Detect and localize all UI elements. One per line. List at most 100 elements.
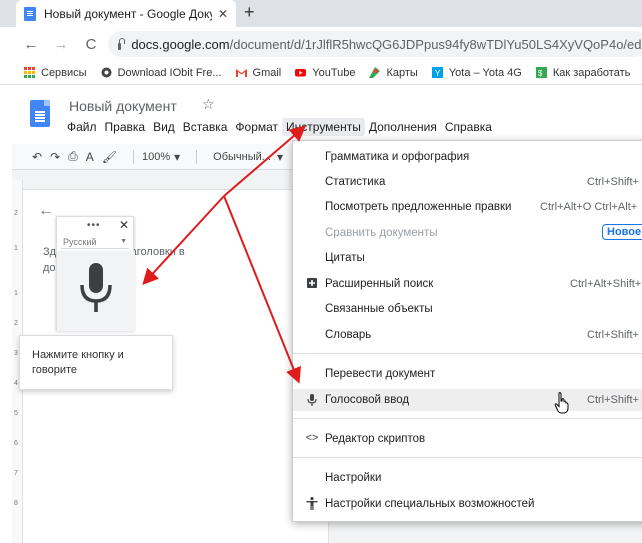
- voice-tooltip: Нажмите кнопку и говорите: [19, 335, 173, 390]
- voice-typing-widget[interactable]: ••• ✕ Русский ▼: [56, 216, 135, 331]
- menu-option-dictionary[interactable]: Словарь Ctrl+Shift+: [293, 324, 642, 346]
- bookmark-label: Как заработать: [552, 66, 631, 79]
- ruler-mark: 1: [14, 290, 18, 297]
- menu-option-label: Цитаты: [325, 252, 365, 264]
- bookmark-label: Gmail: [252, 66, 282, 79]
- menu-option-statistics[interactable]: Статистика Ctrl+Shift+: [293, 171, 642, 193]
- menu-option-label: Расширенный поиск: [325, 278, 434, 290]
- menu-tools[interactable]: Инструменты: [282, 118, 365, 136]
- close-icon[interactable]: ✕: [119, 218, 129, 232]
- browser-toolbar: ← → C docs.google.com/document/d/1rJlflR…: [0, 27, 642, 61]
- menu-option-label: Настройки: [325, 472, 382, 484]
- code-icon: <>: [305, 432, 319, 444]
- more-icon[interactable]: •••: [87, 220, 101, 231]
- toolbar-divider: [196, 149, 198, 164]
- chevron-down-icon[interactable]: ▾: [174, 150, 180, 164]
- menu-divider: [293, 457, 642, 458]
- ruler-mark: 8: [14, 500, 18, 507]
- bookmark-iobit[interactable]: Download IObit Fre...: [101, 67, 222, 79]
- address-bar[interactable]: docs.google.com/document/d/1rJlflR5hwcQG…: [108, 31, 642, 57]
- menu-option-review-edits[interactable]: Посмотреть предложенные правки Ctrl+Alt+…: [293, 196, 642, 218]
- paint-format-icon[interactable]: 🖌: [102, 150, 117, 164]
- close-tab-icon[interactable]: ✕: [218, 7, 228, 21]
- menu-option-explore[interactable]: Расширенный поиск Ctrl+Alt+Shift+: [293, 273, 642, 295]
- document-title[interactable]: Новый документ: [69, 98, 177, 114]
- mic-button[interactable]: [57, 251, 135, 331]
- accessibility-icon: [306, 497, 318, 510]
- tools-dropdown-menu: Грамматика и орфография Статистика Ctrl+…: [292, 140, 642, 522]
- menu-option-label: Статистика: [325, 176, 386, 188]
- outline-back-icon[interactable]: ←: [38, 202, 54, 220]
- menu-format[interactable]: Формат: [231, 118, 282, 136]
- menu-option-voice-typing[interactable]: Голосовой ввод Ctrl+Shift+: [293, 389, 642, 411]
- zoom-select[interactable]: 100%: [142, 151, 170, 163]
- menu-option-script-editor[interactable]: <> Редактор скриптов: [293, 428, 642, 450]
- menu-addons[interactable]: Дополнения: [365, 118, 441, 136]
- ruler-mark: 7: [14, 470, 18, 477]
- bookmark-label: Yota – Yota 4G: [448, 66, 522, 79]
- print-icon[interactable]: ⎙: [68, 149, 78, 164]
- language-select[interactable]: Русский ▼: [61, 235, 129, 249]
- style-select[interactable]: Обычный...: [213, 151, 271, 163]
- menu-option-preferences[interactable]: Настройки: [293, 467, 642, 489]
- toolbar-divider: [132, 149, 134, 164]
- spellcheck-icon[interactable]: A: [86, 150, 94, 164]
- hand-cursor-icon: [554, 392, 569, 414]
- menu-divider: [293, 418, 642, 419]
- language-label: Русский: [63, 236, 97, 247]
- menu-option-grammar[interactable]: Грамматика и орфография: [293, 146, 642, 168]
- ruler-mark: 2: [14, 320, 18, 327]
- ruler-mark: 4: [14, 380, 18, 387]
- menu-file[interactable]: Файл: [63, 118, 101, 136]
- menu-option-label: Голосовой ввод: [325, 394, 410, 406]
- bookmark-label: Download IObit Fre...: [117, 66, 222, 79]
- docs-logo-icon[interactable]: [30, 100, 50, 127]
- browser-tab[interactable]: Новый документ - Google Доку ✕: [16, 0, 236, 27]
- menu-view[interactable]: Вид: [149, 118, 179, 136]
- menu-option-citations[interactable]: Цитаты: [293, 247, 642, 269]
- reload-button[interactable]: C: [80, 36, 102, 53]
- menu-option-shortcut: Ctrl+Alt+Shift+: [570, 278, 642, 290]
- bookmark-youtube[interactable]: YouTube: [295, 67, 355, 79]
- bookmarks-bar: Сервисы Download IObit Fre... Gmail YouT…: [0, 61, 642, 85]
- bookmark-maps[interactable]: Карты: [369, 67, 418, 79]
- menu-option-linked-objects[interactable]: Связанные объекты: [293, 298, 642, 320]
- browser-tab-title: Новый документ - Google Доку: [44, 6, 212, 21]
- menu-option-label: Перевести документ: [325, 368, 436, 380]
- star-icon[interactable]: ☆: [202, 96, 215, 113]
- redo-icon[interactable]: ↷: [50, 150, 60, 164]
- bookmark-services[interactable]: Сервисы: [24, 67, 87, 79]
- menu-divider: [293, 353, 642, 354]
- bookmark-earn[interactable]: $ Как заработать: [535, 66, 631, 79]
- mic-icon: [80, 263, 112, 312]
- undo-icon[interactable]: ↶: [32, 150, 42, 164]
- menu-edit[interactable]: Правка: [101, 118, 150, 136]
- menu-option-label: Словарь: [325, 329, 372, 341]
- screenshot-root: Новый документ - Google Доку ✕ + ← → C d…: [0, 0, 642, 543]
- menu-option-label: Сравнить документы: [325, 227, 438, 239]
- menu-help[interactable]: Справка: [441, 118, 496, 136]
- new-tab-button[interactable]: +: [244, 2, 255, 23]
- bookmark-yota[interactable]: Y Yota – Yota 4G: [431, 66, 522, 79]
- address-url[interactable]: docs.google.com/document/d/1rJlflR5hwcQG…: [131, 37, 642, 52]
- bookmark-label: Сервисы: [41, 66, 87, 79]
- menu-option-translate[interactable]: Перевести документ: [293, 363, 642, 385]
- menu-option-label: Грамматика и орфография: [325, 151, 470, 163]
- menu-option-label: Связанные объекты: [325, 303, 433, 315]
- forward-button[interactable]: →: [50, 36, 72, 53]
- menu-option-accessibility[interactable]: Настройки специальных возможностей: [293, 493, 642, 515]
- youtube-icon: [295, 69, 307, 77]
- back-button[interactable]: ←: [20, 36, 42, 53]
- browser-tab-strip: Новый документ - Google Доку ✕ +: [0, 0, 642, 27]
- ruler-mark: 1: [14, 245, 18, 252]
- ruler-mark: 3: [14, 350, 18, 357]
- iobit-icon: [101, 67, 112, 78]
- menu-option-label: Посмотреть предложенные правки: [325, 201, 512, 213]
- menu-insert[interactable]: Вставка: [179, 118, 232, 136]
- apps-grid-icon: [24, 67, 35, 78]
- voice-widget-header: ••• ✕: [57, 217, 133, 233]
- chevron-down-icon[interactable]: ▾: [277, 150, 283, 164]
- menu-option-label: Настройки специальных возможностей: [325, 498, 535, 510]
- menu-option-label: Редактор скриптов: [325, 433, 426, 445]
- bookmark-gmail[interactable]: Gmail: [235, 66, 282, 79]
